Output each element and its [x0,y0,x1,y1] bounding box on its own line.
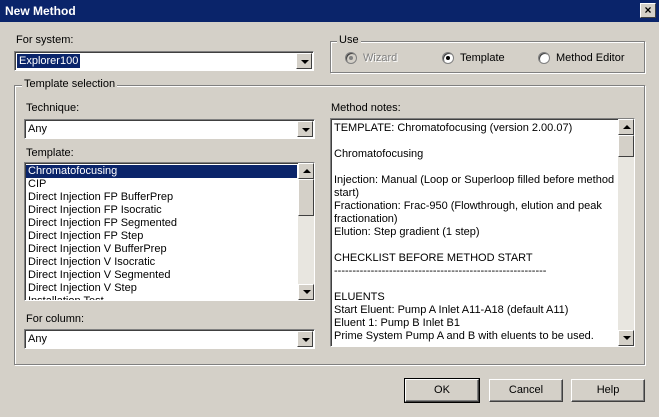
system-dropdown-button[interactable] [296,53,312,69]
technique-value: Any [28,123,47,135]
chevron-up-icon [623,125,631,129]
template-scrollbar[interactable] [298,163,314,300]
chevron-down-icon [623,336,631,340]
chevron-down-icon [302,128,310,132]
use-group-title: Use [337,34,361,46]
list-item[interactable]: Direct Injection FP Isocratic [26,204,297,217]
column-value: Any [28,333,47,345]
list-item[interactable]: Direct Injection V Isocratic [26,256,297,269]
chevron-down-icon [303,290,311,294]
column-dropdown[interactable]: Any [24,329,315,349]
technique-label: Technique: [26,102,80,114]
window-title: New Method [5,4,76,18]
method-editor-label: Method Editor [556,52,625,64]
technique-dropdown[interactable]: Any [24,119,315,139]
method-notes-box[interactable]: TEMPLATE: Chromatofocusing (version 2.00… [330,118,635,347]
method-editor-radio[interactable] [538,52,550,64]
scroll-thumb[interactable] [618,135,634,157]
method-notes-label: Method notes: [331,102,401,114]
list-item[interactable]: Installation Test [26,295,297,300]
list-item[interactable]: Direct Injection FP BufferPrep [26,191,297,204]
radio-dot-icon [349,56,353,60]
list-item[interactable]: Chromatofocusing [26,165,297,178]
notes-scrollbar[interactable] [618,119,634,346]
list-item[interactable]: Direct Injection V Step [26,282,297,295]
ok-button[interactable]: OK [404,378,480,403]
scroll-down-button[interactable] [298,284,314,300]
template-items: Chromatofocusing CIP Direct Injection FP B… [26,165,297,300]
system-value: Explorer100 [17,54,81,68]
close-button[interactable]: × [640,3,656,18]
system-dropdown[interactable]: Explorer100 [14,51,314,71]
list-item[interactable]: Direct Injection V Segmented [26,269,297,282]
list-item[interactable]: Direct Injection FP Step [26,230,297,243]
scroll-up-button[interactable] [298,163,314,179]
list-item[interactable]: Direct Injection V BufferPrep [26,243,297,256]
template-label: Template: [26,147,74,159]
scroll-down-button[interactable] [618,330,634,346]
column-dropdown-button[interactable] [297,331,313,347]
chevron-down-icon [301,60,309,64]
title-bar: New Method [0,0,659,22]
list-item[interactable]: CIP [26,178,297,191]
wizard-radio[interactable] [345,52,357,64]
chevron-up-icon [303,169,311,173]
system-label: For system: [16,34,74,46]
wizard-label: Wizard [363,52,398,64]
scroll-thumb[interactable] [298,179,314,216]
close-icon: × [644,3,652,17]
template-selection-title: Template selection [22,78,118,90]
technique-dropdown-button[interactable] [297,121,313,137]
chevron-down-icon [302,338,310,342]
template-radio-label: Template [460,52,505,64]
radio-dot-icon [446,56,450,60]
template-listbox[interactable]: Chromatofocusing CIP Direct Injection FP B… [24,162,315,301]
scroll-up-button[interactable] [618,119,634,135]
method-notes-text: TEMPLATE: Chromatofocusing (version 2.00… [334,122,615,344]
help-button[interactable]: Help [571,379,645,402]
list-item[interactable]: Direct Injection FP Segmented [26,217,297,230]
template-radio[interactable] [442,52,454,64]
column-label: For column: [26,313,85,325]
cancel-button[interactable]: Cancel [489,379,563,402]
